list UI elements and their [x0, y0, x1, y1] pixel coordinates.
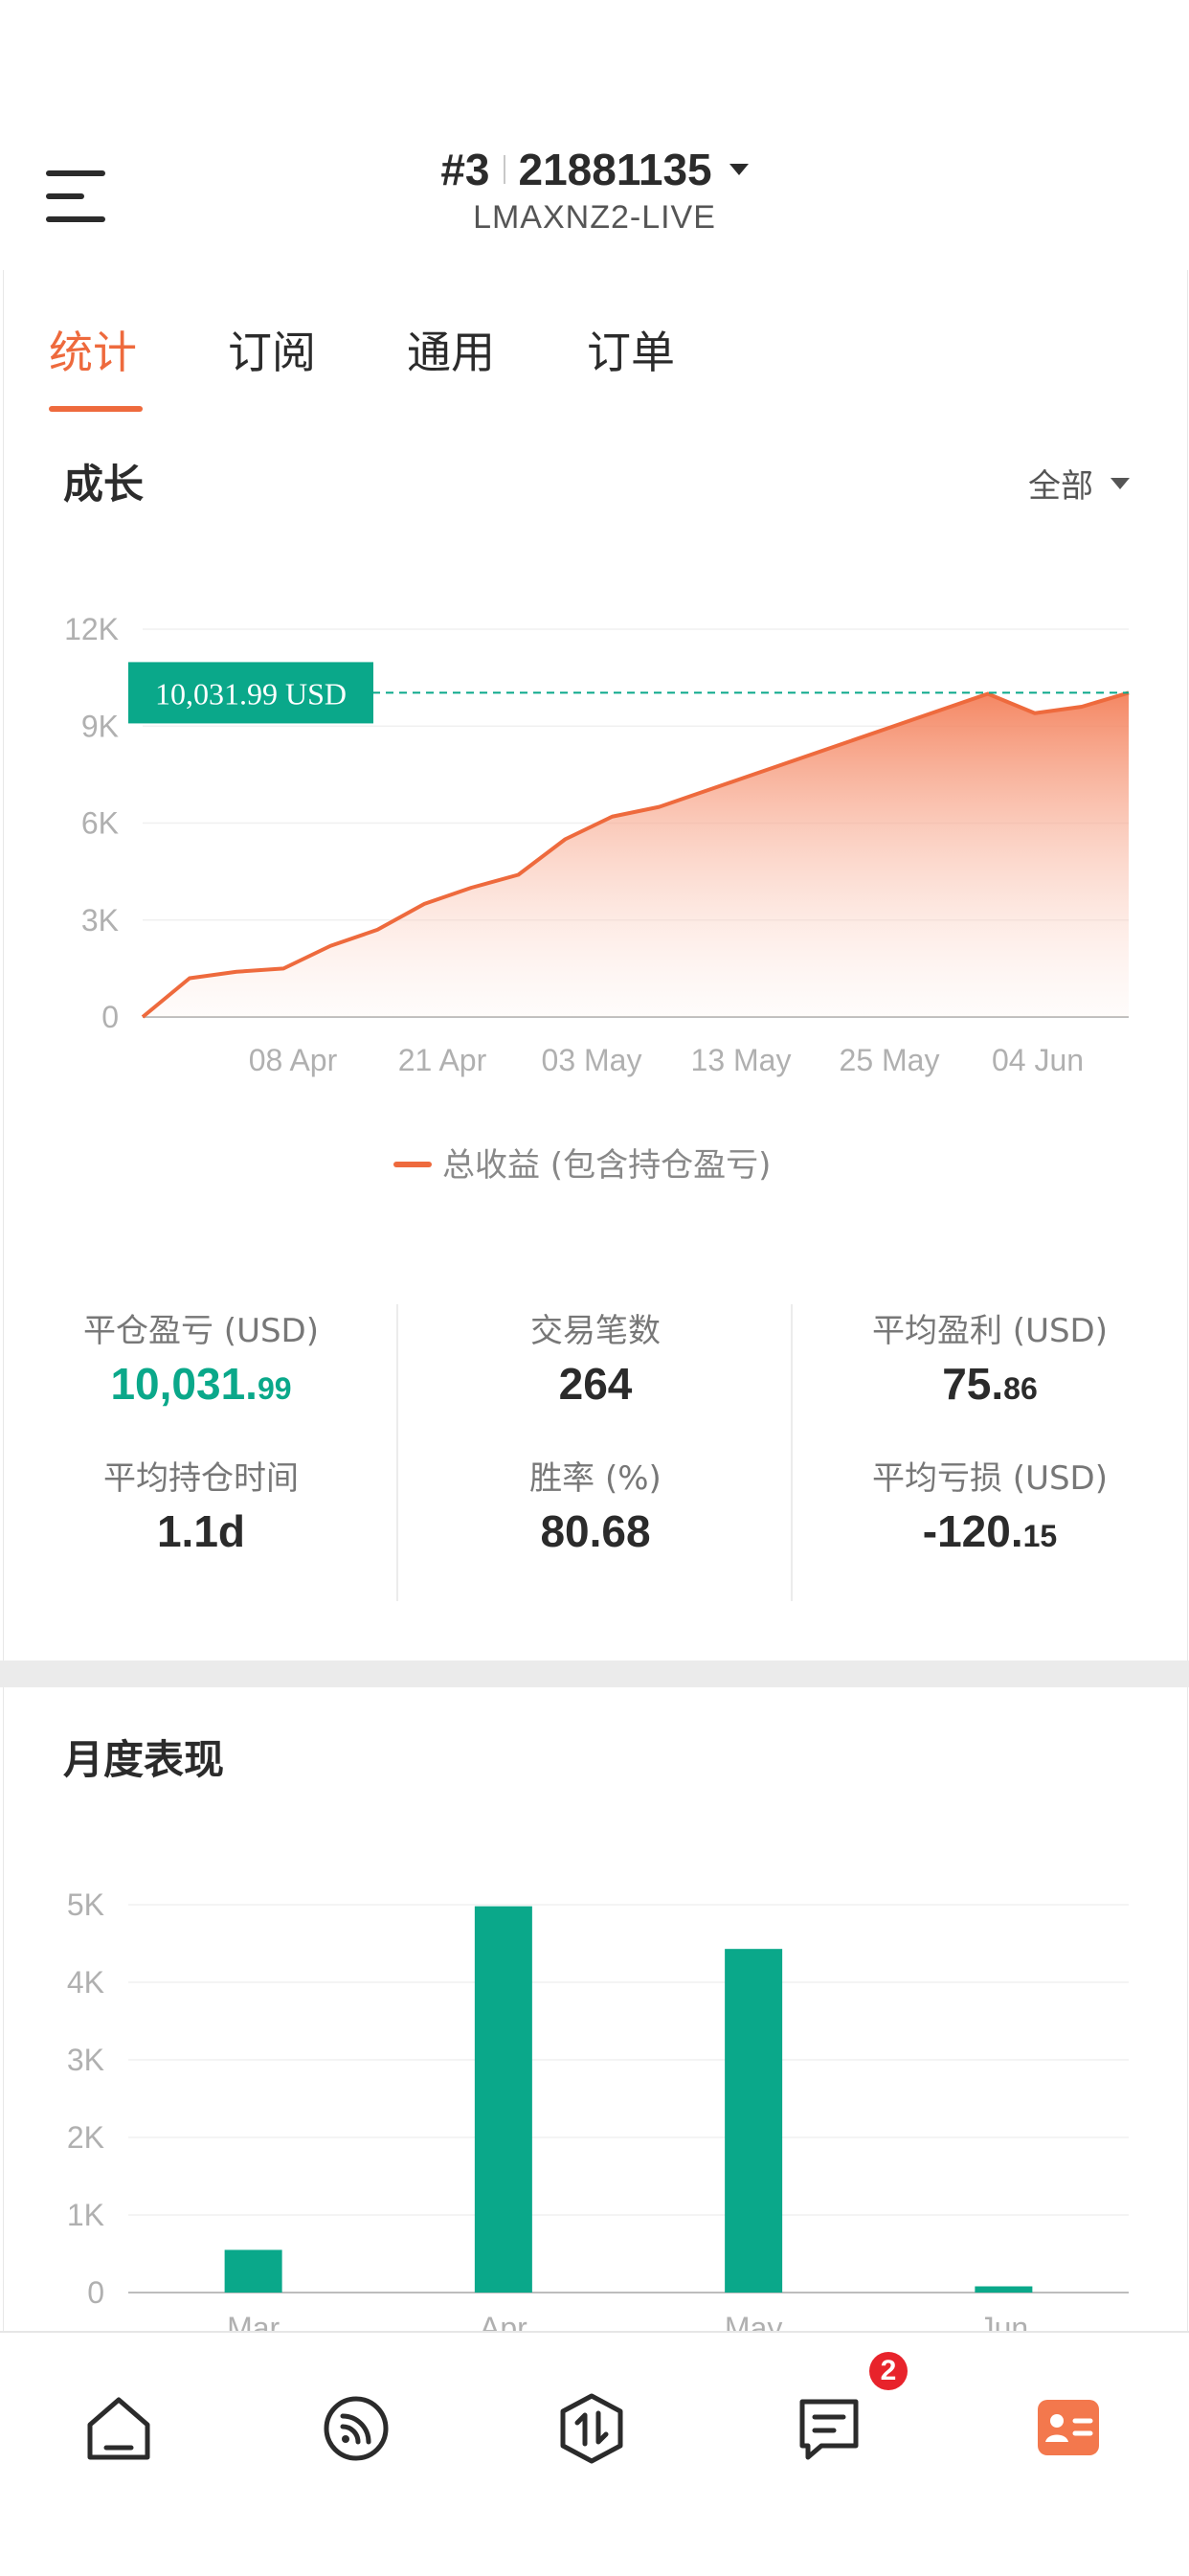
- trade-icon: [560, 2393, 623, 2464]
- trades-label: 交易笔数: [530, 1312, 661, 1350]
- bar: [224, 2249, 282, 2293]
- caret-down-icon: [1110, 477, 1130, 489]
- tab-general[interactable]: 通用: [407, 318, 495, 381]
- avg-loss-value: -120.15: [922, 1506, 1058, 1556]
- section-divider: [0, 1661, 1189, 1687]
- feed-icon: [324, 2396, 389, 2461]
- profile-card-icon: [1038, 2400, 1099, 2455]
- y-tick-label: 0: [101, 1000, 119, 1034]
- bar: [474, 1906, 532, 2293]
- nav-trade[interactable]: [553, 2390, 630, 2467]
- monthly-title: 月度表现: [63, 1736, 225, 1783]
- nav-feed[interactable]: [318, 2390, 394, 2467]
- stat-column-3: 平均盈利 (USD) 75.86 平均亏损 (USD) -120.15: [793, 1304, 1187, 1563]
- monthly-chart: 0 1K 2K 3K 4K 5K Mar Apr May Jun: [67, 1887, 1129, 2331]
- range-selector[interactable]: 全部: [1028, 460, 1130, 507]
- win-rate-label: 胜率 (%): [529, 1459, 662, 1498]
- caret-down-icon: [729, 164, 749, 175]
- top-header: #3 21881135 LMAXNZ2-LIVE: [0, 0, 1189, 270]
- bar: [725, 1949, 783, 2293]
- avg-hold-value: 1.1d: [156, 1506, 246, 1556]
- tab-orders[interactable]: 订单: [587, 318, 675, 381]
- x-tick-label: 21 Apr: [398, 1043, 487, 1077]
- nav-messages[interactable]: [791, 2390, 867, 2467]
- y-tick-label: 12K: [64, 612, 119, 646]
- bottom-nav: [0, 2331, 1189, 2576]
- x-tick-label: May: [725, 2311, 782, 2331]
- stat-column-1: 平仓盈亏 (USD) 10,031.99 平均持仓时间 1.1d: [4, 1304, 398, 1563]
- y-tick-label: 6K: [81, 806, 119, 841]
- x-tick-label: 13 May: [691, 1043, 792, 1077]
- closed-pnl-label: 平仓盈亏 (USD): [83, 1312, 319, 1350]
- x-tick-label: Jun: [979, 2311, 1029, 2331]
- x-tick-label: 08 Apr: [249, 1043, 338, 1077]
- growth-chart-card: 0 3K 6K 9K 12K 10,031.99 USD 08 Apr 21 Apr 03 Ma…: [3, 538, 1188, 1249]
- x-tick-label: 25 May: [840, 1043, 940, 1077]
- growth-header: 成长 全部: [3, 414, 1188, 540]
- messages-icon: [799, 2399, 859, 2460]
- stats-panel: 平仓盈亏 (USD) 10,031.99 平均持仓时间 1.1d 交易笔数 26…: [3, 1247, 1188, 1661]
- nav-home[interactable]: [80, 2390, 157, 2467]
- account-id: 21881135: [518, 145, 712, 194]
- tab-bar: 统计 订阅 通用 订单: [3, 270, 1188, 416]
- avg-loss-label: 平均亏损 (USD): [872, 1459, 1108, 1498]
- y-tick-label: 3K: [67, 2043, 104, 2077]
- nav-profile[interactable]: [1030, 2390, 1107, 2467]
- y-tick-label: 2K: [67, 2120, 104, 2155]
- account-number: #3: [440, 145, 490, 194]
- x-tick-label: Mar: [227, 2311, 280, 2331]
- divider: [503, 155, 505, 184]
- avg-hold-label: 平均持仓时间: [103, 1459, 299, 1498]
- y-tick-label: 0: [87, 2275, 104, 2310]
- area-fill: [143, 692, 1129, 1017]
- y-tick-label: 3K: [81, 903, 119, 938]
- avg-profit-label: 平均盈利 (USD): [872, 1312, 1108, 1350]
- x-tick-label: 03 May: [542, 1043, 642, 1077]
- current-value-label: 10,031.99 USD: [155, 676, 347, 711]
- monthly-header: 月度表现: [3, 1687, 1188, 1816]
- growth-chart: 0 3K 6K 9K 12K 10,031.99 USD 08 Apr 21 Apr 03 Ma…: [64, 612, 1130, 1185]
- stat-column-2: 交易笔数 264 胜率 (%) 80.68: [398, 1304, 793, 1563]
- win-rate-value: 80.68: [540, 1506, 651, 1556]
- y-tick-label: 9K: [81, 709, 119, 743]
- avg-profit-value: 75.86: [942, 1359, 1038, 1409]
- y-tick-label: 5K: [67, 1887, 104, 1922]
- closed-pnl-value: 10,031.99: [110, 1359, 292, 1409]
- home-icon: [87, 2397, 150, 2460]
- x-tick-label: Apr: [480, 2311, 527, 2331]
- range-label: 全部: [1028, 467, 1093, 506]
- trades-value: 264: [558, 1359, 633, 1409]
- message-badge: 2: [869, 2352, 908, 2390]
- x-tick-label: 04 Jun: [992, 1043, 1084, 1077]
- y-tick-label: 1K: [67, 2198, 104, 2232]
- tab-subscription[interactable]: 订阅: [228, 318, 316, 381]
- active-tab-indicator: [49, 406, 143, 412]
- growth-title: 成长: [63, 461, 145, 508]
- y-tick-label: 4K: [67, 1965, 104, 2000]
- bar: [975, 2286, 1033, 2293]
- tab-statistics[interactable]: 统计: [49, 318, 137, 381]
- legend-label: 总收益 (包含持仓盈亏): [442, 1146, 771, 1185]
- account-selector[interactable]: #3 21881135 LMAXNZ2-LIVE: [0, 144, 1189, 237]
- server-name: LMAXNZ2-LIVE: [473, 199, 716, 236]
- monthly-chart-card: 0 1K 2K 3K 4K 5K Mar Apr May Jun: [3, 1814, 1188, 2331]
